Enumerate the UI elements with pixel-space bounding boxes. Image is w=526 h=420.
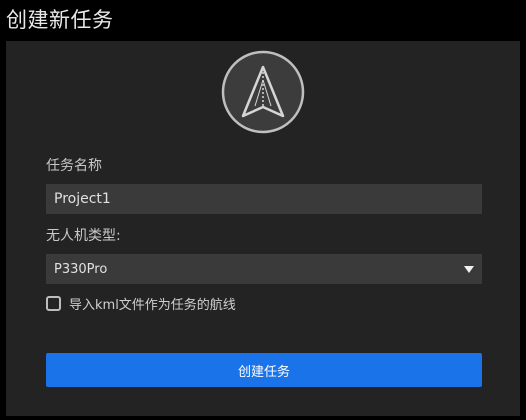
import-kml-checkbox[interactable] bbox=[46, 296, 61, 311]
task-name-label: 任务名称 bbox=[46, 158, 102, 174]
drone-type-label: 无人机类型: bbox=[46, 228, 121, 244]
create-task-panel: 任务名称 无人机类型: P330Pro 导入kml文件作为任务的航线 创建任务 bbox=[6, 41, 520, 416]
create-task-button[interactable]: 创建任务 bbox=[46, 353, 482, 387]
chevron-down-icon bbox=[464, 265, 474, 273]
import-kml-option[interactable]: 导入kml文件作为任务的航线 bbox=[46, 294, 236, 313]
paper-plane-logo-icon bbox=[221, 50, 305, 134]
drone-type-selected-value: P330Pro bbox=[54, 261, 108, 277]
task-name-input[interactable] bbox=[46, 184, 482, 214]
drone-type-select[interactable]: P330Pro bbox=[46, 254, 482, 284]
import-kml-label: 导入kml文件作为任务的航线 bbox=[69, 298, 236, 313]
window-title: 创建新任务 bbox=[6, 8, 114, 32]
